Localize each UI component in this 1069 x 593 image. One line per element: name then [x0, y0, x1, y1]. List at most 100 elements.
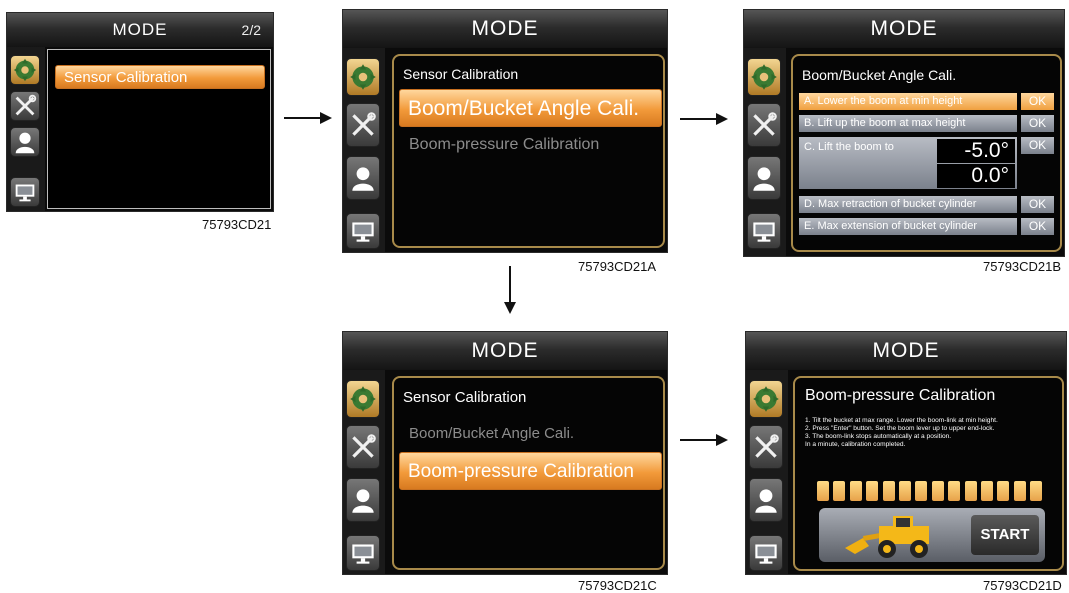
gear-icon [350, 64, 376, 90]
sidebar-monitor[interactable] [10, 177, 40, 207]
progress-segment [915, 481, 928, 501]
instruction-line-1: 1. Tilt the bucket at max range. Lower t… [805, 417, 998, 424]
step-d-ok-button[interactable]: OK [1021, 196, 1054, 213]
sidebar-user[interactable] [346, 156, 380, 200]
title-bar: MODE 2/2 [7, 13, 273, 47]
progress-segment [1030, 481, 1043, 501]
sidebar-monitor[interactable] [749, 535, 783, 571]
sidebar-gear[interactable] [749, 380, 783, 418]
wheel-loader-icon [845, 516, 929, 558]
sidebar [343, 370, 385, 574]
menu-item-boom-pressure[interactable]: Boom-pressure Calibration [399, 452, 662, 490]
step-b-ok-button[interactable]: OK [1021, 115, 1054, 132]
menu-item-sensor-calibration[interactable]: Sensor Calibration [55, 65, 265, 89]
screen-title: MODE [112, 20, 168, 39]
panel-title: Sensor Calibration [403, 389, 527, 406]
progress-segment [981, 481, 993, 501]
instruction-line-2: 2. Press "Enter" button. Set the boom le… [805, 425, 995, 432]
screen-title: MODE [471, 17, 539, 40]
menu-item-boom-bucket-angle[interactable]: Boom/Bucket Angle Cali. [409, 425, 574, 442]
title-bar: MODE [343, 332, 667, 370]
sidebar-tools[interactable] [346, 425, 380, 469]
progress-segment [964, 481, 977, 501]
monitor-icon [352, 544, 374, 564]
page-indicator: 2/2 [241, 22, 261, 38]
wrench-screwdriver-icon [755, 434, 779, 458]
progress-segment [948, 481, 961, 501]
title-bar: MODE [746, 332, 1066, 370]
current-angle-readout: 0.0° [937, 164, 1015, 188]
screen-boom-pressure-calibration: MODE Boom-pressure Calibration 1. Tilt t… [745, 331, 1067, 575]
arrow-right-icon [680, 113, 728, 125]
menu-item-boom-bucket-angle[interactable]: Boom/Bucket Angle Cali. [399, 89, 662, 127]
step-a-row[interactable]: A. Lower the boom at min height [799, 93, 1017, 110]
progress-segment [817, 481, 829, 501]
arrow-right-icon [284, 112, 332, 124]
sidebar-gear[interactable] [346, 380, 380, 418]
screen-title: MODE [870, 17, 938, 40]
step-a-ok-button[interactable]: OK [1021, 93, 1054, 110]
sidebar-tools[interactable] [346, 103, 380, 147]
sidebar-gear[interactable] [747, 58, 781, 96]
caption-75793CD21: 75793CD21 [202, 217, 272, 232]
progress-segment [833, 481, 846, 501]
sidebar [343, 48, 385, 252]
sidebar-gear[interactable] [10, 55, 40, 85]
wrench-screwdriver-icon [15, 94, 37, 116]
target-angle-readout: -5.0° [937, 139, 1015, 163]
wrench-screwdriver-icon [352, 112, 376, 136]
caption-75793CD21C: 75793CD21C [578, 578, 657, 593]
progress-segment [931, 481, 944, 501]
boom-pressure-panel: Boom-pressure Calibration 1. Tilt the bu… [793, 376, 1064, 571]
step-c-block[interactable]: C. Lift the boom to -5.0° 0.0° [799, 137, 1017, 189]
step-e-row[interactable]: E. Max extension of bucket cylinder [799, 218, 1017, 235]
sidebar-user[interactable] [747, 156, 781, 200]
sidebar-gear[interactable] [346, 58, 380, 96]
title-bar: MODE [343, 10, 667, 48]
panel-title: Boom/Bucket Angle Cali. [802, 67, 957, 83]
step-c-label: C. Lift the boom to [804, 141, 894, 153]
sidebar [7, 47, 45, 211]
monitor-icon [755, 544, 777, 564]
calibration-panel: Sensor Calibration Boom/Bucket Angle Cal… [392, 376, 665, 570]
user-icon [15, 132, 35, 154]
user-icon [755, 489, 777, 513]
step-c-ok-button[interactable]: OK [1021, 137, 1054, 154]
progress-segment [899, 481, 911, 501]
step-b-row[interactable]: B. Lift up the boom at max height [799, 115, 1017, 132]
step-d-row[interactable]: D. Max retraction of bucket cylinder [799, 196, 1017, 213]
menu-item-boom-pressure[interactable]: Boom-pressure Calibration [409, 136, 599, 154]
angle-cali-panel: Boom/Bucket Angle Cali. A. Lower the boo… [791, 54, 1062, 252]
sidebar-monitor[interactable] [346, 213, 380, 249]
sidebar-monitor[interactable] [346, 535, 380, 571]
title-bar: MODE [744, 10, 1064, 48]
progress-segment [849, 481, 862, 501]
start-bar: START [819, 508, 1045, 562]
caption-75793CD21D: 75793CD21D [983, 578, 1062, 593]
arrow-down-icon [504, 266, 516, 314]
step-e-ok-button[interactable]: OK [1021, 218, 1054, 235]
caption-75793CD21A: 75793CD21A [578, 259, 657, 274]
panel-title: Sensor Calibration [403, 66, 519, 82]
sidebar [746, 370, 788, 574]
sidebar-monitor[interactable] [747, 213, 781, 249]
sidebar [744, 48, 786, 256]
sidebar-tools[interactable] [749, 425, 783, 469]
start-button[interactable]: START [971, 515, 1039, 555]
wrench-screwdriver-icon [753, 112, 777, 136]
wrench-screwdriver-icon [352, 434, 376, 458]
sidebar-tools[interactable] [10, 91, 40, 121]
sidebar-tools[interactable] [747, 103, 781, 147]
user-icon [352, 167, 374, 191]
progress-segment [866, 481, 879, 501]
sidebar-user[interactable] [749, 478, 783, 522]
progress-segment [1013, 481, 1026, 501]
progress-segment [997, 481, 1010, 501]
screen-sensor-calibration: MODE Sensor Calibration Boom/Bucket Angl… [342, 9, 668, 253]
arrow-right-icon [680, 434, 728, 446]
calibration-panel: Sensor Calibration Boom/Bucket Angle Cal… [392, 54, 665, 248]
monitor-icon [15, 184, 35, 202]
gear-icon [751, 64, 777, 90]
sidebar-user[interactable] [10, 127, 40, 157]
sidebar-user[interactable] [346, 478, 380, 522]
